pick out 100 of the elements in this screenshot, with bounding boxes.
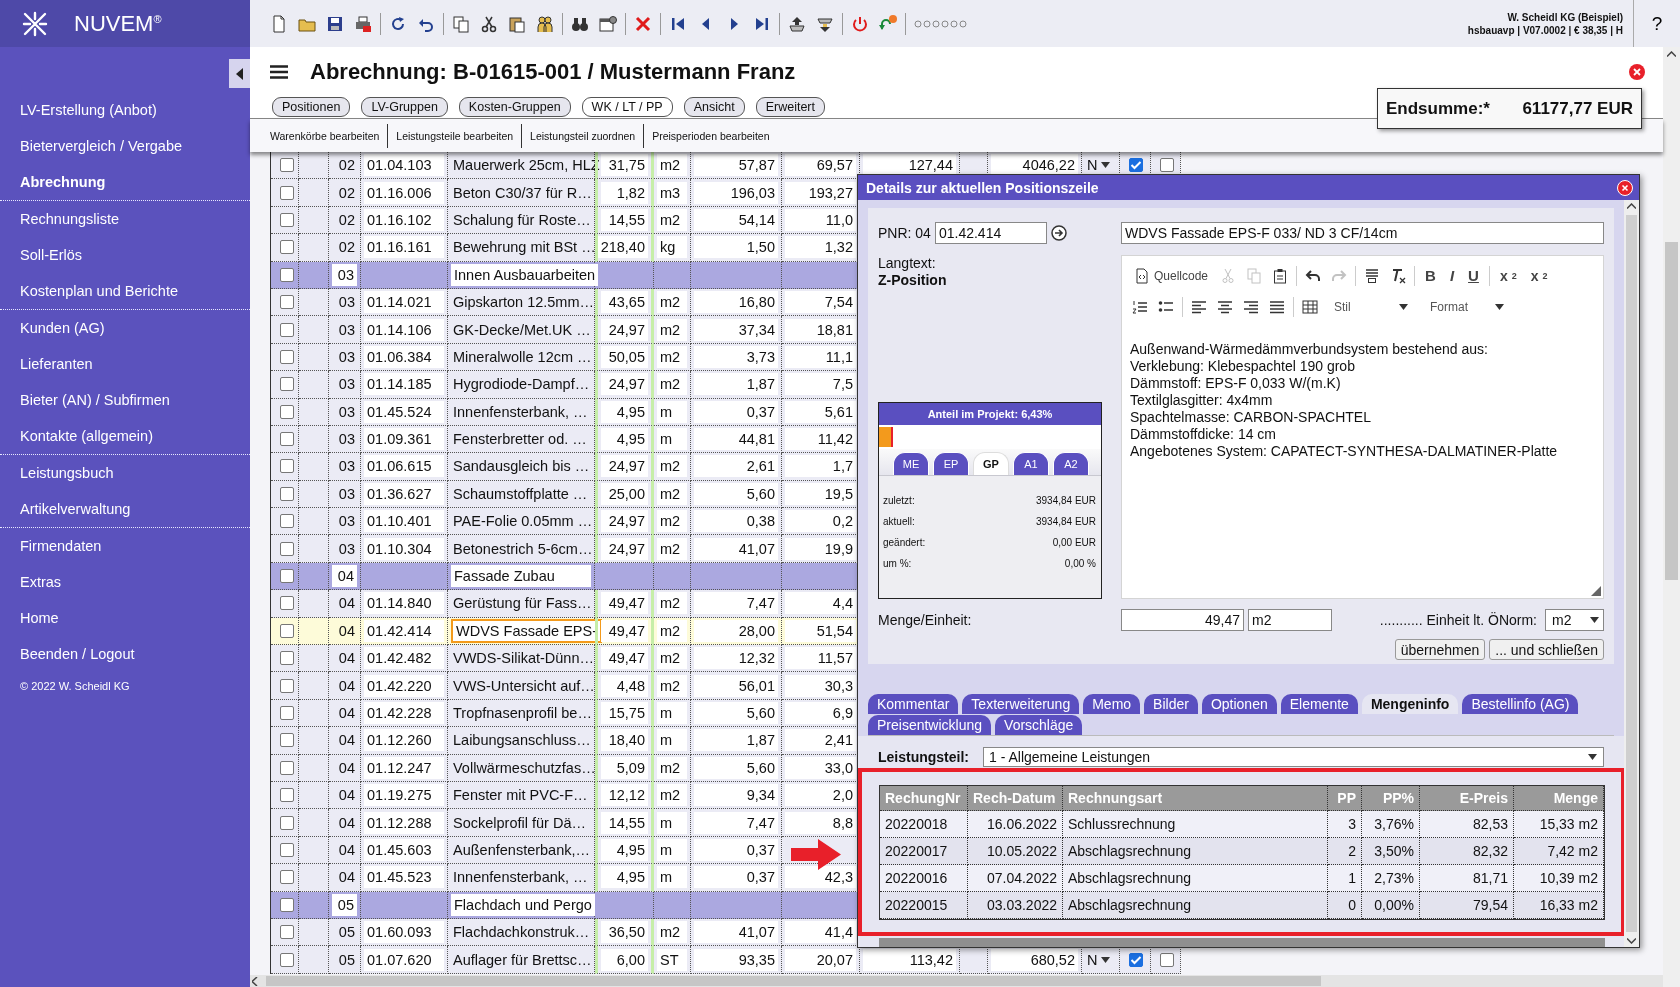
- view-tab[interactable]: Erweitert: [755, 97, 825, 117]
- quantity-cell[interactable]: 4,95: [601, 400, 648, 423]
- sidebar-item[interactable]: Kostenplan und Berichte: [0, 273, 188, 309]
- checkbox[interactable]: [1129, 158, 1143, 173]
- detail-tab[interactable]: Optionen: [1201, 694, 1277, 714]
- paste-icon[interactable]: [1272, 267, 1289, 284]
- sidebar-item[interactable]: Lieferanten: [0, 346, 103, 382]
- row-checkbox[interactable]: [280, 514, 294, 529]
- collapse-button[interactable]: [229, 59, 250, 88]
- undo-icon[interactable]: [1305, 267, 1322, 284]
- quantity-cell[interactable]: 218,40: [597, 236, 648, 259]
- quantity-cell[interactable]: 24,97: [601, 510, 648, 533]
- row-checkbox[interactable]: [280, 185, 294, 200]
- power-icon[interactable]: [851, 14, 869, 33]
- row-checkbox[interactable]: [280, 158, 294, 173]
- horizontal-scrollbar[interactable]: [250, 975, 1663, 987]
- quantity-cell[interactable]: 4,95: [601, 866, 648, 889]
- paragraph-format-icon[interactable]: [1364, 267, 1381, 284]
- quantity-cell[interactable]: 4,48: [601, 674, 648, 697]
- view-tab[interactable]: LV-Gruppen: [361, 97, 448, 117]
- row-checkbox[interactable]: [280, 651, 294, 666]
- quantity-cell[interactable]: 24,97: [601, 318, 648, 341]
- checkbox[interactable]: [1160, 158, 1174, 173]
- scissors-icon[interactable]: [480, 14, 498, 33]
- row-checkbox[interactable]: [280, 870, 294, 885]
- table-row[interactable]: 05 01.07.620 Auflager für Brettsc… 6,00 ST 93,35 20,07 113,42 680,52 N: [270, 946, 1180, 974]
- view-tab[interactable]: Positionen: [272, 97, 351, 117]
- action-link[interactable]: Warenkörbe bearbeiten: [270, 123, 389, 148]
- tray-up-icon[interactable]: [788, 14, 806, 33]
- row-checkbox[interactable]: [280, 432, 294, 447]
- quantity-cell[interactable]: 24,97: [601, 373, 648, 396]
- quantity-cell[interactable]: 24,97: [601, 537, 648, 560]
- sidebar-item[interactable]: Leistungsbuch: [0, 455, 124, 491]
- quantity-cell[interactable]: 49,47: [601, 592, 648, 615]
- quantity-field[interactable]: 49,47: [1121, 609, 1244, 631]
- detail-tab[interactable]: Kommentar: [868, 694, 959, 714]
- row-checkbox[interactable]: [280, 760, 294, 775]
- row-checkbox[interactable]: [280, 925, 294, 940]
- leistungsteil-dropdown[interactable]: 1 - Allgemeine Leistungen: [983, 747, 1604, 767]
- action-link[interactable]: Leistungsteile bearbeiten: [388, 123, 523, 148]
- quantity-cell[interactable]: 4,95: [601, 428, 648, 451]
- style-dropdown[interactable]: Stil: [1328, 294, 1414, 319]
- short-text-field[interactable]: WDVS Fassade EPS-F 033/ ND 3 CF/14cm: [1121, 222, 1604, 244]
- quantity-cell[interactable]: 6,00: [601, 948, 648, 971]
- quantity-cell[interactable]: 15,75: [601, 702, 648, 724]
- action-link[interactable]: Leistungsteil zuordnen: [522, 123, 645, 148]
- dropdown[interactable]: N: [1085, 949, 1113, 970]
- resize-grip-icon[interactable]: [1591, 586, 1601, 596]
- detail-tab[interactable]: Elemente: [1280, 694, 1358, 714]
- save-icon[interactable]: [326, 14, 344, 33]
- row-checkbox[interactable]: [280, 240, 294, 255]
- detail-tab[interactable]: Bestellinfo (AG): [1462, 694, 1579, 714]
- quantity-cell[interactable]: 14,55: [601, 811, 648, 834]
- quantity-cell[interactable]: 50,05: [601, 345, 648, 368]
- share-tab[interactable]: EP: [933, 452, 969, 475]
- sidebar-item[interactable]: Rechnungsliste: [0, 201, 130, 237]
- new-document-icon[interactable]: [270, 14, 288, 33]
- row-checkbox[interactable]: [280, 377, 294, 392]
- share-tab[interactable]: ME: [893, 452, 929, 475]
- detail-tab[interactable]: Preisentwicklung: [868, 715, 992, 735]
- sidebar-item[interactable]: Bietervergleich / Vergabe: [0, 128, 192, 164]
- quantity-cell[interactable]: 12,12: [601, 784, 648, 807]
- delete-icon[interactable]: [634, 14, 652, 33]
- quantity-cell[interactable]: 31,75: [601, 154, 648, 177]
- align-right-icon[interactable]: [1243, 298, 1259, 315]
- action-link[interactable]: Preisperioden bearbeiten: [644, 123, 778, 148]
- unit-dropdown[interactable]: m2: [1545, 609, 1604, 631]
- sidebar-item[interactable]: Bieter (AN) / Subfirmen: [0, 382, 180, 418]
- table-icon[interactable]: [1302, 298, 1318, 315]
- row-checkbox[interactable]: [280, 815, 294, 830]
- row-checkbox[interactable]: [280, 952, 294, 967]
- row-checkbox[interactable]: [280, 541, 294, 556]
- text-editor[interactable]: [1121, 255, 1604, 599]
- row-checkbox[interactable]: [280, 596, 294, 611]
- quantity-cell[interactable]: 18,40: [601, 729, 648, 752]
- vertical-scrollbar[interactable]: [1624, 200, 1639, 947]
- quantity-cell[interactable]: 4,95: [601, 838, 648, 861]
- sidebar-item[interactable]: Kontakte (allgemein): [0, 418, 163, 454]
- menu-icon[interactable]: [270, 65, 288, 79]
- clear-format-icon[interactable]: [1390, 267, 1407, 284]
- window-settings-icon[interactable]: [599, 14, 617, 33]
- people-icon[interactable]: [536, 14, 554, 33]
- quantity-cell[interactable]: 49,47: [601, 647, 648, 670]
- row-checkbox[interactable]: [280, 678, 294, 693]
- action-button[interactable]: übernehmen: [1394, 639, 1486, 660]
- superscript-button[interactable]: x$^{2}$: [1528, 263, 1550, 288]
- close-button[interactable]: [1617, 179, 1633, 196]
- dropdown[interactable]: N: [1085, 155, 1113, 176]
- quantity-cell[interactable]: 14,55: [601, 208, 648, 231]
- arrow-right-icon[interactable]: [1050, 225, 1067, 241]
- sidebar-item[interactable]: Beenden / Logout: [0, 636, 145, 672]
- quantity-cell[interactable]: 36,50: [601, 921, 648, 944]
- paste-icon[interactable]: [508, 14, 526, 33]
- row-checkbox[interactable]: [280, 295, 294, 310]
- sidebar-item[interactable]: Extras: [0, 564, 72, 600]
- detail-tab[interactable]: Vorschläge: [995, 715, 1083, 735]
- row-checkbox[interactable]: [280, 623, 294, 638]
- sidebar-item[interactable]: Artikelverwaltung: [0, 491, 141, 527]
- detail-tab[interactable]: Texterweiterung: [962, 694, 1080, 714]
- view-tab[interactable]: WK / LT / PP: [581, 97, 673, 117]
